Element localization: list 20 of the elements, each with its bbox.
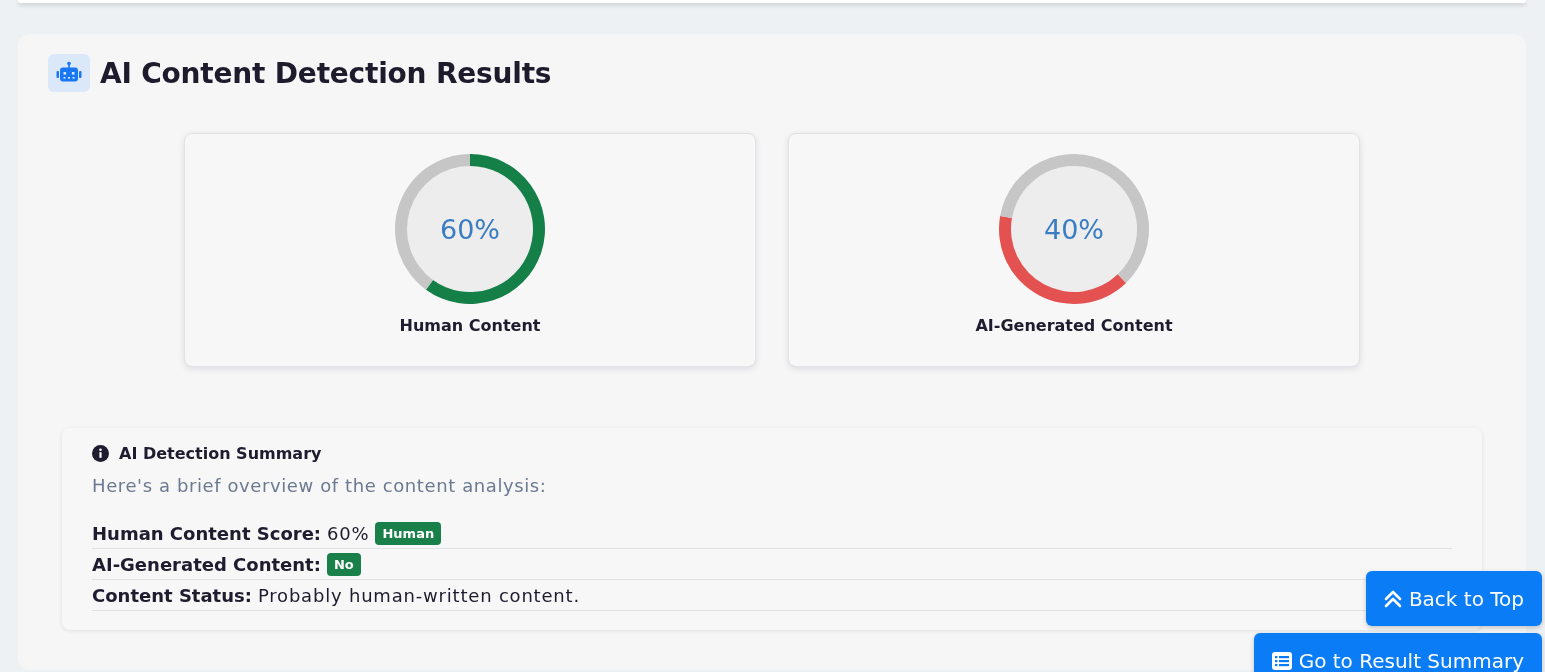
robot-icon xyxy=(48,54,90,92)
field-value: 60% xyxy=(327,522,370,544)
percentage-value: 60% xyxy=(440,213,500,245)
result-summary-button[interactable]: Go to Result Summary xyxy=(1253,633,1542,672)
list-icon xyxy=(1271,651,1292,670)
score-label: AI-Generated Content xyxy=(975,316,1173,335)
status-badge: No xyxy=(326,552,361,576)
summary-heading: AI Detection Summary xyxy=(119,444,322,463)
double-chevron-up-icon xyxy=(1383,588,1402,609)
summary-intro: Here's a brief overview of the content analysis: xyxy=(92,475,548,496)
percentage-value: 40% xyxy=(1044,213,1104,245)
info-icon xyxy=(92,445,109,462)
field-label: Human Content Score: xyxy=(92,522,322,544)
status-badge: Human xyxy=(375,521,442,545)
field-value: Probably human-written content. xyxy=(257,584,580,606)
back-to-top-button[interactable]: Back to Top xyxy=(1365,571,1542,626)
field-label: AI-Generated Content: xyxy=(92,553,321,575)
section-title: AI Content Detection Results xyxy=(100,56,552,90)
score-label: Human Content xyxy=(399,316,541,335)
field-label: Content Status: xyxy=(92,584,252,606)
